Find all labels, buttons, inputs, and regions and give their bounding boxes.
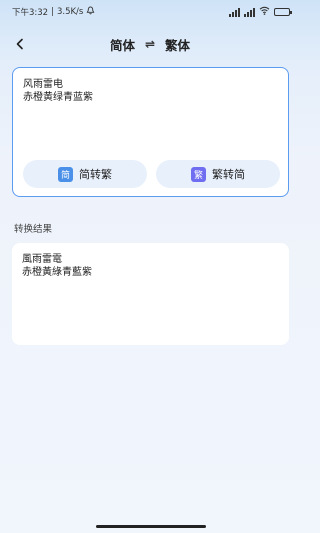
status-right bbox=[229, 6, 292, 18]
signal-icon bbox=[229, 7, 240, 17]
battery-icon bbox=[274, 8, 292, 16]
back-button[interactable] bbox=[8, 32, 32, 56]
status-divider: | bbox=[51, 7, 54, 17]
target-language[interactable]: 繁体 bbox=[165, 35, 190, 54]
status-left: 下午3:32 | 3.5K/s bbox=[12, 6, 95, 18]
result-text[interactable]: 風雨雷電 赤橙黃綠青藍紫 bbox=[22, 253, 279, 279]
input-text-area[interactable]: 风雨雷电 赤橙黄绿青蓝紫 bbox=[23, 78, 278, 104]
status-bar: 下午3:32 | 3.5K/s bbox=[0, 0, 300, 24]
header: 简体 ⇌ 繁体 bbox=[0, 28, 300, 60]
status-network-speed: 3.5K/s bbox=[56, 7, 84, 17]
signal-2-icon bbox=[244, 7, 255, 17]
notification-icon bbox=[86, 6, 95, 18]
status-time: 下午3:32 bbox=[12, 8, 49, 18]
simplified-to-traditional-label: 简转繁 bbox=[79, 168, 112, 181]
result-label: 转换结果 bbox=[14, 224, 53, 235]
simplified-to-traditional-button[interactable]: 简 简转繁 bbox=[23, 160, 147, 188]
swap-icon[interactable]: ⇌ bbox=[145, 37, 155, 51]
chevron-left-icon bbox=[16, 38, 23, 50]
wifi-icon bbox=[259, 6, 270, 18]
traditional-to-simplified-button[interactable]: 繁 繁转简 bbox=[156, 160, 280, 188]
home-indicator[interactable] bbox=[96, 525, 206, 528]
source-language[interactable]: 简体 bbox=[110, 35, 135, 54]
language-switch: 简体 ⇌ 繁体 bbox=[110, 35, 190, 54]
input-card: 风雨雷电 赤橙黄绿青蓝紫 简 简转繁 繁 繁转简 bbox=[12, 67, 289, 197]
simplified-icon: 简 bbox=[58, 166, 73, 182]
traditional-to-simplified-label: 繁转简 bbox=[212, 168, 245, 181]
result-card: 風雨雷電 赤橙黃綠青藍紫 bbox=[12, 243, 289, 345]
traditional-icon: 繁 bbox=[191, 166, 206, 182]
